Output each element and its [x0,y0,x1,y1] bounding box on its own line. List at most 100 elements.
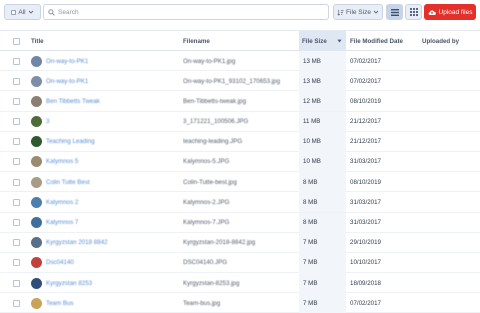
table-row[interactable]: Colin Tutte Best Colin-Tutte-best.jpg 8 … [0,172,480,193]
sort-icon [337,9,344,16]
file-size-text: 8 MB [303,219,318,226]
select-all-checkbox[interactable] [13,37,20,45]
modified-date-cell: 08/10/2019 [350,172,420,192]
row-checkbox[interactable] [13,239,20,247]
row-checkbox[interactable] [13,178,20,186]
table-row[interactable]: Teaching Leading teaching-leading.JPG 10… [0,131,480,152]
uploaded-by-cell [422,233,478,253]
file-title-link[interactable]: On-way-to-PK1 [46,58,88,65]
row-select-cell [13,91,25,111]
file-title-link[interactable]: On-way-to-PK1 [46,78,88,85]
file-title-link[interactable]: Kalymnos 7 [46,219,78,226]
filename-text: Kyrgyzstan-2018-8842.jpg [183,239,256,247]
file-size-text: 7 MB [303,299,318,307]
filename-text: Ben-Tibbetts-tweak.jpg [183,97,247,105]
file-size-cell: 8 MB [299,172,346,193]
file-thumbnail [31,257,42,269]
file-size-cell: 11 MB [299,111,346,132]
column-header-uploaded-by[interactable]: Uploaded by [422,31,478,51]
file-title-link[interactable]: Team Bus [46,300,74,307]
row-checkbox[interactable] [13,279,20,287]
table-row[interactable]: 3 3_171221_100506.JPG 11 MB 21/12/2017 [0,111,480,132]
table-row[interactable]: Ben Tibbetts Tweak Ben-Tibbetts-tweak.jp… [0,91,480,112]
filename-text: DSC04140.JPG [183,259,228,267]
file-title-link[interactable]: Colin Tutte Best [46,179,90,186]
uploaded-by-cell [422,293,478,313]
filename-cell: Kyrgyzstan-8253.jpg [183,273,297,293]
modified-date-text: 07/02/2017 [350,299,381,307]
file-title-link[interactable]: Dsc04140 [46,259,74,266]
filename-text: Kalymnos-7.JPG [183,219,230,226]
table-row[interactable]: On-way-to-PK1 On-way-to-PK1.jpg 13 MB 07… [0,51,480,72]
file-title-link[interactable]: Kalymnos 2 [46,199,78,206]
file-thumbnail [31,196,42,208]
column-header-title[interactable]: Title [31,31,181,51]
title-cell: Dsc04140 [31,253,181,273]
modified-date-cell: 31/03/2017 [350,152,420,172]
row-select-cell [13,51,25,71]
row-checkbox[interactable] [13,138,20,146]
sort-dropdown[interactable]: File Size [333,4,383,20]
filename-cell: Ben-Tibbetts-tweak.jpg [183,91,297,111]
file-title-link[interactable]: Kyrgyzstan 8253 [46,280,92,287]
column-header-file-size[interactable]: File Size [299,31,346,51]
file-size-text: 7 MB [303,279,318,287]
sort-label: File Size [346,8,371,16]
uploaded-by-cell [422,71,478,91]
cloud-upload-icon [428,9,436,15]
table-row[interactable]: On-way-to-PK1 On-way-to-PK1_93102_170653… [0,71,480,92]
title-cell: Team Bus [31,293,181,313]
modified-date-text: 07/02/2017 [350,57,381,65]
row-checkbox[interactable] [13,219,20,226]
table-row[interactable]: Kyrgyzstan 8253 Kyrgyzstan-8253.jpg 7 MB… [0,273,480,294]
table-row[interactable]: Kalymnos 2 Kalymnos-2.JPG 8 MB 31/03/201… [0,192,480,213]
filename-text: Kalymnos-2.JPG [183,198,230,206]
uploaded-by-cell [422,192,478,212]
filename-cell: On-way-to-PK1.jpg [183,51,297,71]
table-row[interactable]: Dsc04140 DSC04140.JPG 7 MB 10/10/2017 [0,252,480,274]
modified-date-cell: 21/12/2017 [350,132,420,152]
search-input[interactable] [58,8,318,16]
grid-view-button[interactable] [405,4,422,20]
toolbar: All File Size [0,0,480,26]
upload-label: Upload files [438,8,473,16]
row-checkbox[interactable] [13,77,20,85]
file-size-cell: 10 MB [299,151,346,172]
column-header-modified-date[interactable]: File Modified Date [350,31,420,51]
row-checkbox[interactable] [13,57,20,65]
table-row[interactable]: Team Bus Team-bus.jpg 7 MB 07/02/2017 [0,293,480,313]
file-size-cell: 13 MB [299,51,346,71]
table-row[interactable]: Kalymnos 7 Kalymnos-7.JPG 8 MB 31/03/201… [0,212,480,233]
select-all-cell [13,31,25,51]
search-box[interactable] [43,4,329,20]
file-title-link[interactable]: Kalymnos 5 [46,158,78,165]
file-title-link[interactable]: 3 [46,118,49,125]
file-size-cell: 7 MB [299,273,346,294]
row-checkbox[interactable] [13,299,20,307]
row-checkbox[interactable] [13,97,20,105]
file-thumbnail [31,156,42,168]
file-title-link[interactable]: Kyrgyzstan 2018 8842 [46,239,108,246]
uploaded-by-cell [422,112,478,132]
row-checkbox[interactable] [13,158,20,166]
list-view-button[interactable] [386,4,403,20]
row-select-cell [13,293,25,313]
filter-dropdown[interactable]: All [4,4,41,20]
modified-date-text: 08/10/2019 [350,97,381,105]
uploaded-by-cell [422,253,478,273]
modified-date-cell: 18/09/2018 [350,273,420,293]
modified-date-cell: 07/02/2017 [350,293,420,313]
row-checkbox[interactable] [13,118,20,126]
upload-files-button[interactable]: Upload files [424,4,476,20]
row-checkbox[interactable] [13,198,20,206]
file-thumbnail [31,217,42,228]
file-size-cell: 8 MB [299,192,346,213]
file-thumbnail [31,116,42,128]
row-checkbox[interactable] [13,259,20,267]
file-title-link[interactable]: Teaching Leading [46,138,95,145]
column-header-filename[interactable]: Filename [183,31,299,51]
file-title-link[interactable]: Ben Tibbetts Tweak [46,98,100,105]
table-row[interactable]: Kalymnos 5 Kalymnos-5.JPG 10 MB 31/03/20… [0,151,480,173]
title-cell: Teaching Leading [31,132,181,152]
table-row[interactable]: Kyrgyzstan 2018 8842 Kyrgyzstan-2018-884… [0,232,480,253]
